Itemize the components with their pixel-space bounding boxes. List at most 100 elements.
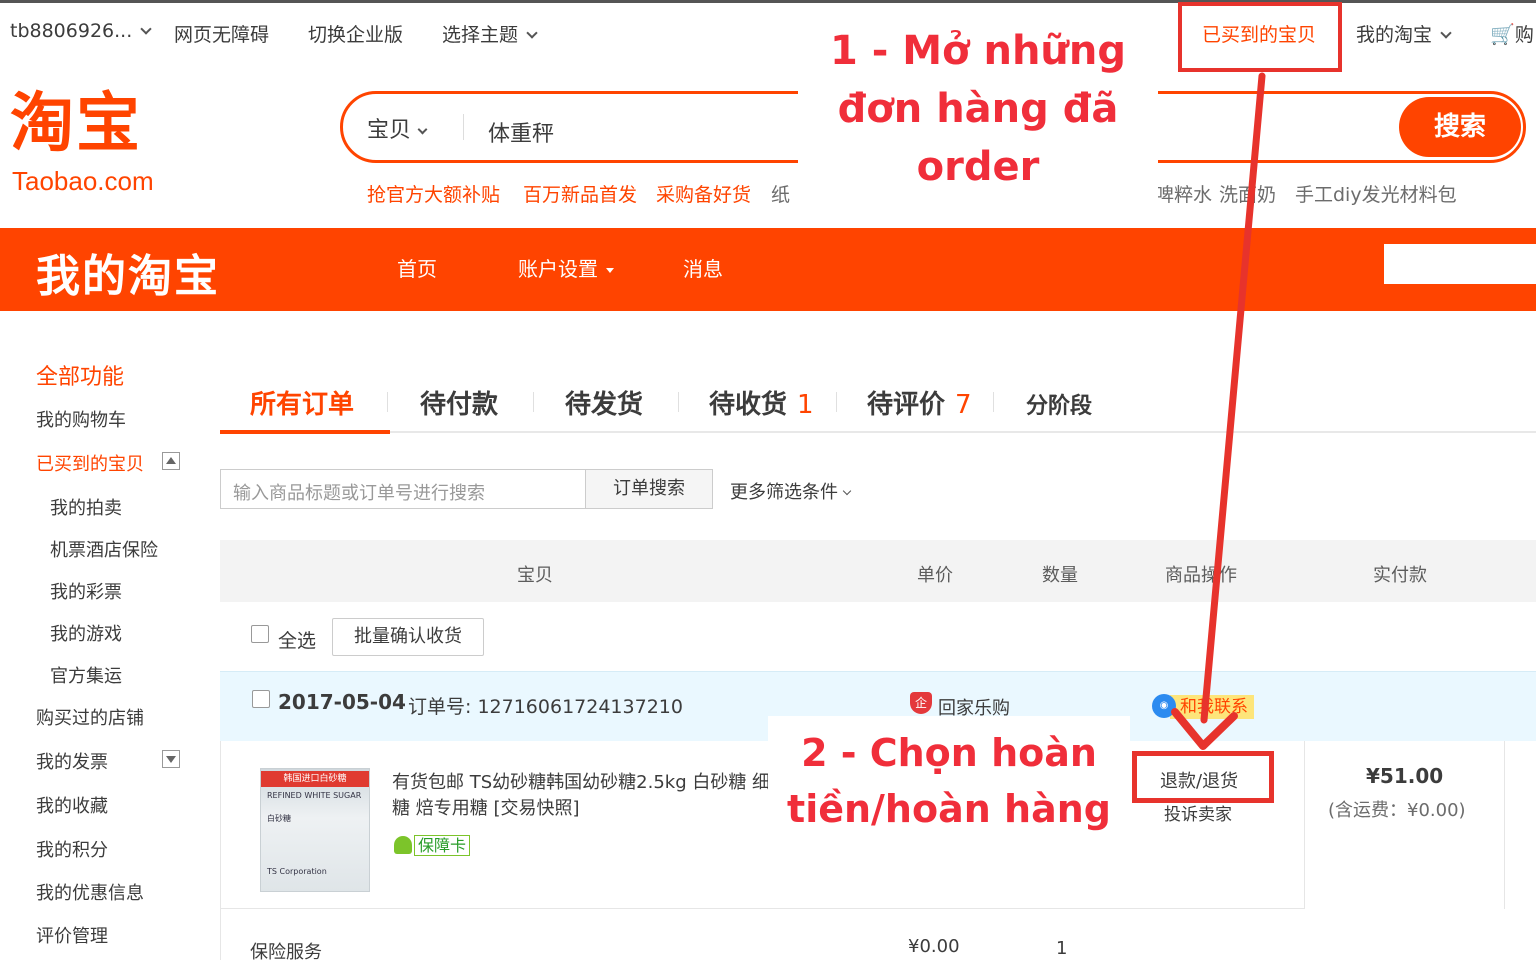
hot-word[interactable]: 采购备好货 [656, 180, 751, 207]
column-divider [1304, 741, 1305, 909]
taobao-logo-sub[interactable]: Taobao.com [12, 166, 154, 197]
sidebar-item-shops[interactable]: 购买过的店铺 [36, 704, 144, 730]
tab-pending-receipt[interactable]: 待收货 1 [709, 384, 814, 421]
tab-active-indicator [220, 430, 390, 434]
my-taobao-menu[interactable]: 我的淘宝 [1356, 20, 1452, 47]
enterprise-shop-icon: 企 [910, 692, 932, 714]
contact-seller-button[interactable]: 和我联系 [1170, 695, 1254, 719]
column-header-quantity: 数量 [1042, 565, 1078, 586]
tab-divider [533, 392, 534, 412]
search-type-label: 宝贝 [367, 118, 412, 143]
sidebar-item-invoice[interactable]: 我的发票 [36, 748, 108, 774]
tab-divider [387, 392, 388, 412]
mytaobao-bar [0, 228, 1536, 311]
order-date: 2017-05-04 [278, 690, 406, 714]
order-search-button[interactable]: 订单搜索 [585, 469, 713, 509]
sidebar-item-travel[interactable]: 机票酒店保险 [50, 536, 158, 562]
sidebar-item-coupons[interactable]: 我的优惠信息 [36, 879, 144, 905]
hot-word[interactable]: 纸 [771, 180, 790, 207]
bar-link-home[interactable]: 首页 [397, 253, 437, 282]
guarantee-badge[interactable]: 保障卡 [394, 832, 471, 856]
select-all-checkbox[interactable] [251, 625, 269, 643]
table-header [220, 540, 1536, 602]
expand-icon[interactable] [162, 750, 180, 768]
chevron-down-icon [526, 27, 538, 39]
sidebar-item-cart[interactable]: 我的购物车 [36, 406, 126, 432]
thumbnail-text: 白砂糖 [267, 814, 291, 823]
sidebar-item-reviews[interactable]: 评价管理 [36, 922, 108, 948]
bar-link-account-settings[interactable]: 账户设置 [518, 253, 614, 282]
row-divider [220, 908, 1304, 909]
bar-search-input[interactable] [1384, 244, 1536, 284]
sidebar-all-functions[interactable]: 全部功能 [36, 359, 124, 391]
username-menu[interactable]: tb8806926... [10, 20, 152, 42]
thumbnail-text: REFINED WHITE SUGAR [267, 791, 362, 800]
insurance-price: ¥0.00 [908, 936, 960, 957]
hot-word[interactable]: 百万新品首发 [523, 180, 637, 207]
tabs-baseline [220, 431, 1536, 433]
tab-installments[interactable]: 分阶段 [1026, 388, 1092, 420]
shipping-fee: (含运费：¥0.00) [1328, 800, 1466, 821]
account-settings-label: 账户设置 [518, 257, 598, 281]
highlight-refund-link [1132, 751, 1274, 803]
insurance-service: 保险服务 [250, 942, 322, 960]
tab-pending-payment[interactable]: 待付款 [420, 384, 498, 421]
theme-label: 选择主题 [442, 24, 519, 46]
search-button[interactable]: 搜索 [1399, 97, 1521, 157]
column-divider [1504, 741, 1505, 909]
insurance-quantity: 1 [1056, 938, 1068, 959]
complain-seller-link[interactable]: 投诉卖家 [1164, 800, 1232, 825]
column-header-item: 宝贝 [517, 565, 553, 586]
my-taobao-label: 我的淘宝 [1356, 24, 1433, 46]
mytaobao-title[interactable]: 我的淘宝 [36, 240, 220, 304]
sidebar-item-favorites[interactable]: 我的收藏 [36, 792, 108, 818]
annotation-step1: 1 - Mở những đơn hàng đã order [829, 28, 1127, 190]
batch-confirm-button[interactable]: 批量确认收货 [332, 618, 484, 656]
order-search-input[interactable]: 输入商品标题或订单号进行搜索 [220, 469, 586, 509]
sidebar-item-bought[interactable]: 已买到的宝贝 [36, 450, 144, 476]
caret-down-icon [606, 268, 614, 273]
hot-word[interactable]: 手工diy发光材料包 [1295, 180, 1457, 207]
tab-pending-review[interactable]: 待评价 7 [867, 384, 972, 421]
order-checkbox[interactable] [252, 690, 270, 708]
username: tb8806926... [10, 20, 133, 42]
enterprise-link[interactable]: 切换企业版 [308, 20, 403, 47]
search-type-select[interactable]: 宝贝 [367, 112, 428, 144]
cart-label: 购 [1514, 24, 1534, 46]
sidebar-item-auction[interactable]: 我的拍卖 [50, 494, 122, 520]
chevron-down-icon [842, 486, 852, 496]
tab-divider [678, 392, 679, 412]
select-all-label[interactable]: 全选 [278, 626, 316, 653]
hot-word[interactable]: 洗面奶 [1219, 180, 1276, 207]
sidebar-item-games[interactable]: 我的游戏 [50, 620, 122, 646]
search-input[interactable]: 体重秤 [488, 116, 554, 148]
chevron-down-icon [1440, 27, 1452, 39]
highlight-bought-items [1178, 2, 1342, 72]
tab-label: 待评价 [867, 390, 946, 420]
sidebar-item-shipping[interactable]: 官方集运 [50, 662, 122, 688]
column-header-price: 单价 [917, 565, 953, 586]
hot-word[interactable]: 抢官方大额补贴 [367, 180, 500, 207]
tab-divider [993, 392, 994, 412]
tab-count: 7 [955, 390, 972, 420]
tab-pending-shipment[interactable]: 待发货 [565, 384, 643, 421]
collapse-icon[interactable] [162, 452, 180, 470]
cart-link[interactable]: 🛒购 [1490, 20, 1534, 47]
product-thumbnail[interactable]: 韩国进口白砂糖 REFINED WHITE SUGAR 白砂糖 TS Corpo… [260, 768, 370, 892]
arrow-shaft [1200, 72, 1266, 724]
sidebar-item-points[interactable]: 我的积分 [36, 836, 108, 862]
tab-all-orders[interactable]: 所有订单 [250, 384, 354, 421]
theme-menu[interactable]: 选择主题 [442, 20, 538, 47]
more-filters-toggle[interactable]: 更多筛选条件 [730, 478, 852, 504]
order-number-label: 订单号: [408, 696, 472, 718]
thumbnail-text: TS Corporation [267, 867, 327, 876]
product-title-link[interactable]: 有货包邮 TS幼砂糖韩国幼砂糖2.5kg 白砂糖 细砂糖 焙专用糖 [交易快照] [392, 770, 792, 822]
accessibility-link[interactable]: 网页无障碍 [174, 20, 269, 47]
hot-word[interactable]: 啤粹水 [1155, 180, 1212, 207]
guarantee-label: 保障卡 [414, 835, 471, 856]
taobao-logo[interactable]: 淘宝 [10, 92, 142, 156]
cart-icon: 🛒 [1490, 22, 1515, 46]
chat-icon[interactable]: ◉ [1152, 694, 1176, 718]
bar-link-messages[interactable]: 消息 [683, 253, 723, 282]
sidebar-item-lottery[interactable]: 我的彩票 [50, 578, 122, 604]
